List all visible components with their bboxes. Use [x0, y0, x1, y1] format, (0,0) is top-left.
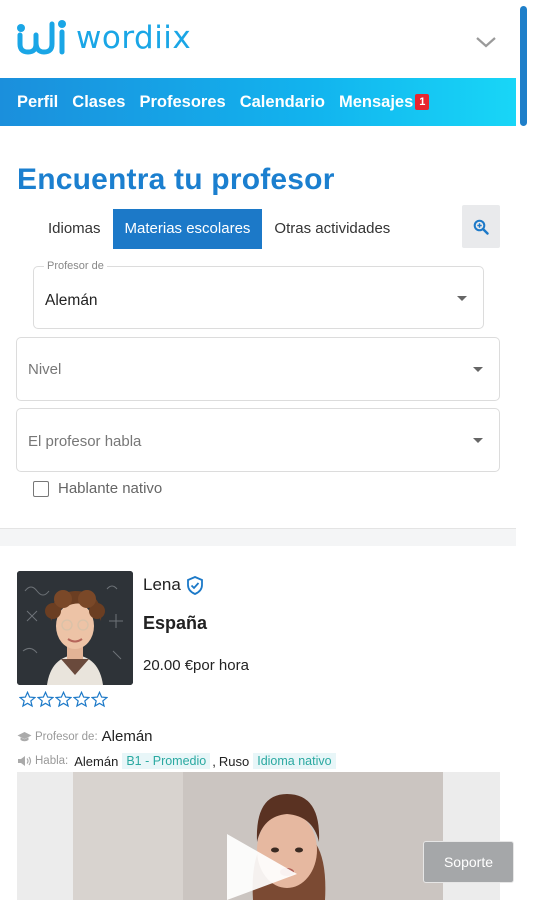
native-speaker-label: Hablante nativo	[58, 480, 163, 497]
search-icon	[473, 219, 489, 235]
teacher-name[interactable]: Lena	[143, 575, 204, 595]
teacher-speaks-select[interactable]: El profesor habla	[16, 408, 500, 472]
native-speaker-option[interactable]: Hablante nativo	[33, 480, 162, 497]
nav-item-mensajes-label: Mensajes	[339, 92, 414, 111]
page-title: Encuentra tu profesor	[17, 163, 335, 196]
teacher-of-label: Profesor de	[44, 260, 107, 272]
teacher-price: 20.00 €por hora	[143, 657, 249, 674]
section-divider	[0, 528, 516, 546]
brand-name: wordiix	[76, 20, 192, 56]
support-button[interactable]: Soporte	[423, 841, 514, 883]
unread-badge: 1	[415, 94, 430, 110]
language-separator: ,	[212, 753, 216, 769]
star-empty-icon	[73, 691, 90, 708]
teacher-photo	[17, 571, 133, 685]
language-level-tag: B1 - Promedio	[122, 753, 211, 769]
native-speaker-checkbox[interactable]	[33, 480, 49, 497]
star-empty-icon	[37, 691, 54, 708]
level-select[interactable]: Nivel	[16, 337, 500, 401]
chevron-down-icon[interactable]	[474, 30, 498, 54]
category-tabs: Idiomas Materias escolares Otras activid…	[36, 209, 402, 249]
speaks-label: Habla:	[35, 755, 69, 767]
dropdown-caret-icon	[457, 295, 467, 301]
main-nav: Perfil Clases Profesores Calendario Mens…	[0, 78, 516, 126]
teacher-avatar[interactable]	[17, 571, 133, 685]
dropdown-caret-icon	[473, 367, 483, 372]
nav-item-perfil[interactable]: Perfil	[17, 93, 58, 112]
speaker-icon	[17, 755, 32, 767]
search-button[interactable]	[462, 205, 500, 248]
speaks-row: Habla: Alemán B1 - Promedio , Ruso Idiom…	[17, 753, 336, 769]
teacher-of-select[interactable]: Profesor de Alemán	[33, 260, 484, 329]
nav-item-profesores[interactable]: Profesores	[140, 93, 226, 112]
star-empty-icon	[19, 691, 36, 708]
nav-item-clases[interactable]: Clases	[72, 93, 125, 112]
app-header: wordiix	[0, 0, 516, 78]
teaches-row: Profesor de: Alemán	[17, 728, 153, 745]
teacher-of-value: Alemán	[45, 292, 98, 309]
dropdown-caret-icon	[473, 438, 483, 443]
verified-shield-icon	[186, 575, 203, 595]
teacher-name-text: Lena	[143, 575, 181, 594]
star-empty-icon	[91, 691, 108, 708]
teacher-country: España	[143, 613, 208, 633]
language-name: Alemán	[74, 753, 119, 769]
teaches-value: Alemán	[101, 728, 153, 745]
language-name: Ruso	[218, 753, 250, 769]
play-icon[interactable]	[207, 834, 297, 900]
teacher-speaks-placeholder: El profesor habla	[28, 433, 142, 450]
tab-otras-actividades[interactable]: Otras actividades	[262, 209, 402, 249]
star-empty-icon	[55, 691, 72, 708]
logo-mark-icon	[17, 20, 66, 55]
rating-stars	[19, 691, 109, 708]
nav-item-mensajes[interactable]: Mensajes 1	[339, 92, 430, 112]
logo[interactable]: wordiix	[16, 18, 191, 58]
scrollbar[interactable]	[520, 6, 527, 126]
tab-materias-escolares[interactable]: Materias escolares	[112, 209, 263, 249]
tab-idiomas[interactable]: Idiomas	[36, 209, 113, 249]
graduation-cap-icon	[17, 731, 32, 743]
teaches-label: Profesor de:	[35, 730, 98, 743]
language-level-tag: Idioma nativo	[253, 753, 336, 769]
nav-item-calendario[interactable]: Calendario	[240, 93, 325, 112]
level-placeholder: Nivel	[28, 361, 62, 378]
